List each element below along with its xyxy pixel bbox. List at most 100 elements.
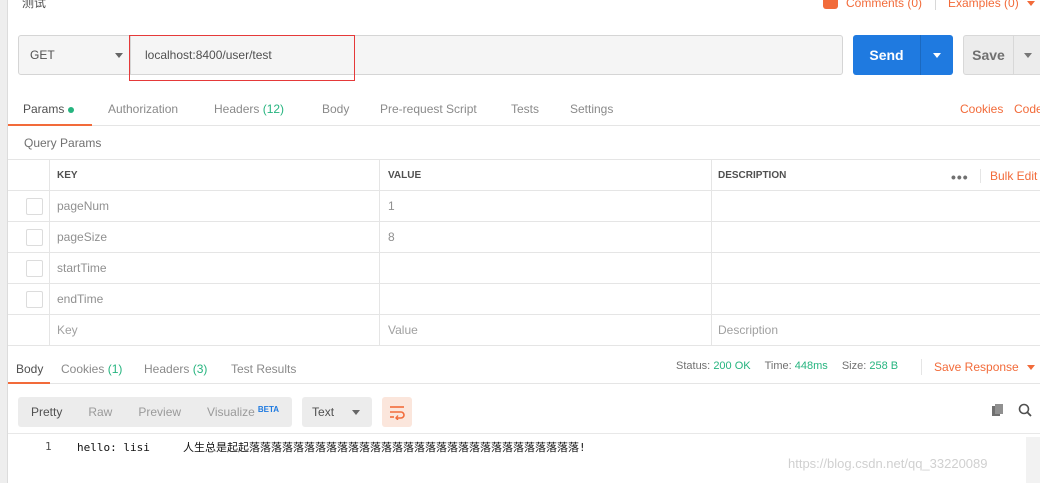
tab-params[interactable]: Params — [23, 102, 75, 116]
table-header-row: KEY VALUE DESCRIPTION ••• Bulk Edit — [8, 160, 1040, 191]
view-preview-button[interactable]: Preview — [125, 397, 194, 427]
save-options-button[interactable] — [1014, 36, 1040, 74]
send-options-button[interactable] — [921, 35, 953, 75]
new-description-input[interactable]: Description — [711, 315, 1040, 345]
tab-body[interactable]: Body — [322, 102, 349, 116]
cookies-link[interactable]: Cookies — [960, 102, 1003, 116]
format-label: Text — [312, 405, 335, 419]
tab-headers[interactable]: Headers (12) — [214, 102, 284, 116]
send-button[interactable]: Send — [853, 35, 953, 75]
time-value: 448ms — [794, 360, 828, 372]
comment-icon — [823, 0, 838, 9]
bulk-edit-link[interactable]: Bulk Edit — [980, 169, 1037, 183]
response-tabs: Body Cookies (1) Headers (3) Test Result… — [8, 350, 1040, 384]
view-visualize-button[interactable]: Visualize BETA — [194, 397, 292, 427]
params-indicator-dot — [68, 106, 75, 113]
status-readout: Status: 200 OK — [676, 360, 751, 372]
request-tabs: Params Authorization Headers (12) Body P… — [8, 92, 1040, 126]
examples-button[interactable]: Examples (0) — [935, 0, 1035, 10]
param-description[interactable] — [711, 191, 1040, 221]
view-raw-button[interactable]: Raw — [75, 397, 125, 427]
new-value-input[interactable]: Value — [379, 315, 711, 345]
response-tab-body[interactable]: Body — [16, 362, 43, 376]
tab-params-label: Params — [23, 102, 65, 116]
method-select[interactable]: GET — [19, 36, 131, 74]
param-description[interactable] — [711, 222, 1040, 252]
column-key-header: KEY — [49, 160, 379, 190]
vertical-scrollbar[interactable] — [1026, 437, 1040, 483]
param-key[interactable]: pageSize — [49, 222, 379, 252]
response-tab-cookies-count: (1) — [107, 362, 123, 376]
new-key-input[interactable]: Key — [49, 315, 379, 345]
response-meta: Status: 200 OK Time: 448ms Size: 258 B — [676, 360, 898, 372]
row-checkbox[interactable] — [26, 197, 43, 215]
view-pretty-button[interactable]: Pretty — [18, 397, 75, 427]
wrap-icon — [390, 406, 405, 420]
param-value[interactable] — [379, 253, 711, 283]
row-checkbox[interactable] — [26, 228, 43, 246]
save-response-label: Save Response — [934, 360, 1019, 374]
param-description[interactable] — [711, 284, 1040, 314]
chevron-down-icon — [1024, 52, 1032, 58]
view-mode-group: Pretty Raw Preview Visualize BETA — [18, 397, 293, 427]
save-button[interactable]: Save — [963, 35, 1040, 75]
response-tab-test-results[interactable]: Test Results — [231, 362, 296, 376]
status-label: Status: — [676, 360, 711, 372]
response-tab-headers[interactable]: Headers (3) — [144, 362, 207, 376]
param-value[interactable]: 1 — [379, 191, 711, 221]
row-checkbox[interactable] — [26, 259, 43, 277]
tab-tests[interactable]: Tests — [511, 102, 539, 116]
response-tab-cookies-label: Cookies — [61, 362, 105, 376]
wrap-lines-button[interactable] — [382, 397, 413, 427]
search-icon[interactable] — [1018, 403, 1032, 417]
chevron-down-icon — [933, 52, 941, 58]
query-params-heading: Query Params — [24, 136, 102, 150]
more-options-icon[interactable]: ••• — [951, 169, 969, 185]
size-value: 258 B — [869, 360, 899, 372]
chevron-down-icon — [352, 410, 361, 415]
tab-authorization[interactable]: Authorization — [108, 102, 178, 116]
query-params-table: KEY VALUE DESCRIPTION ••• Bulk Edit page… — [8, 159, 1040, 346]
time-readout: Time: 448ms — [765, 360, 828, 372]
table-row-new: Key Value Description — [8, 315, 1040, 346]
response-tab-headers-label: Headers — [144, 362, 190, 376]
beta-badge: BETA — [257, 404, 280, 414]
save-response-button[interactable]: Save Response — [921, 359, 1035, 375]
table-row: endTime — [8, 284, 1040, 315]
comments-label: Comments (0) — [846, 0, 923, 10]
param-key[interactable]: endTime — [49, 284, 379, 314]
chevron-down-icon — [1026, 364, 1035, 370]
left-panel-edge — [0, 0, 8, 483]
active-tab-underline — [8, 124, 92, 126]
table-row: pageSize 8 — [8, 222, 1040, 253]
active-tab-underline — [8, 382, 50, 384]
send-label: Send — [853, 35, 921, 75]
chevron-down-icon — [115, 53, 123, 58]
comments-button[interactable]: Comments (0) — [823, 0, 922, 10]
param-value[interactable]: 8 — [379, 222, 711, 252]
tab-settings[interactable]: Settings — [570, 102, 613, 116]
request-title: 测试 — [22, 0, 47, 10]
response-tab-headers-count: (3) — [192, 362, 208, 376]
table-row: pageNum 1 — [8, 191, 1040, 222]
response-tab-cookies[interactable]: Cookies (1) — [61, 362, 122, 376]
watermark: https://blog.csdn.net/qq_33220089 — [788, 456, 988, 471]
tab-prerequest-script[interactable]: Pre-request Script — [380, 102, 477, 116]
save-label: Save — [964, 36, 1014, 74]
table-row: startTime — [8, 253, 1040, 284]
param-key[interactable]: startTime — [49, 253, 379, 283]
response-toolbar: Pretty Raw Preview Visualize BETA Text — [18, 397, 413, 427]
copy-icon[interactable] — [992, 404, 1004, 417]
url-highlight-annotation — [129, 35, 355, 81]
tab-headers-label: Headers — [214, 102, 260, 116]
param-description[interactable] — [711, 253, 1040, 283]
chevron-down-icon — [1026, 0, 1035, 6]
top-strip: 测试 Comments (0) Examples (0) — [8, 0, 1040, 24]
format-select[interactable]: Text — [302, 397, 373, 427]
param-key[interactable]: pageNum — [49, 191, 379, 221]
visualize-label: Visualize — [207, 405, 255, 419]
param-value[interactable] — [379, 284, 711, 314]
status-value: 200 OK — [713, 360, 751, 372]
row-checkbox[interactable] — [26, 290, 43, 308]
code-link[interactable]: Code — [1014, 102, 1040, 116]
